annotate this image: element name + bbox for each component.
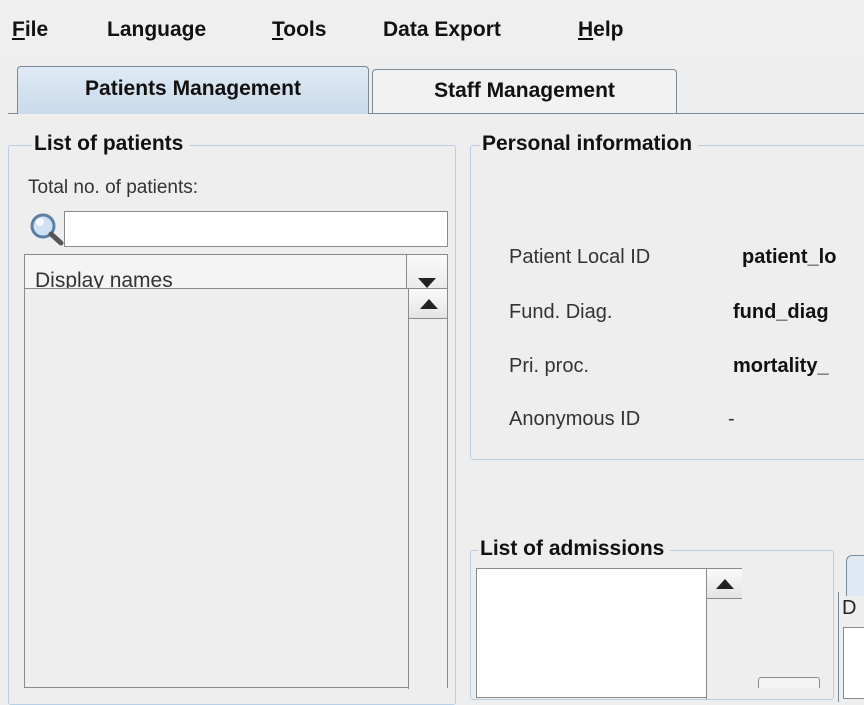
partial-panel-list bbox=[843, 627, 864, 699]
search-icon bbox=[27, 210, 65, 246]
partial-panel-text: D bbox=[842, 597, 857, 619]
fund-diag-label: Fund. Diag. bbox=[509, 301, 613, 323]
patient-search-input[interactable] bbox=[64, 211, 448, 247]
arrow-up-icon bbox=[420, 299, 438, 309]
menu-help-rest: elp bbox=[593, 18, 624, 41]
admissions-scroll-up-button[interactable] bbox=[707, 569, 742, 599]
tab-staff-management[interactable]: Staff Management bbox=[372, 69, 677, 113]
anonymous-id-value: - bbox=[728, 408, 735, 430]
personal-info-title: Personal information bbox=[480, 132, 699, 156]
admissions-group-title: List of admissions bbox=[478, 537, 671, 561]
menu-tools-rest: ools bbox=[283, 18, 327, 41]
menu-help[interactable]: Help bbox=[578, 18, 624, 42]
menu-file-rest: ile bbox=[24, 18, 49, 41]
menu-data-export[interactable]: Data Export bbox=[383, 18, 501, 42]
total-patients-label: Total no. of patients: bbox=[28, 177, 199, 198]
menu-language[interactable]: Language bbox=[107, 18, 206, 42]
menu-tools[interactable]: Tools bbox=[272, 18, 326, 42]
menu-bar: File Language Tools Data Export Help bbox=[0, 0, 864, 58]
patient-local-id-label: Patient Local ID bbox=[509, 246, 651, 268]
patients-list-scrollbar[interactable] bbox=[408, 289, 447, 689]
pri-proc-label: Pri. proc. bbox=[509, 355, 590, 377]
menu-help-mnemonic: H bbox=[578, 18, 594, 41]
arrow-up-icon bbox=[716, 579, 734, 589]
menu-file-mnemonic: F bbox=[12, 18, 25, 41]
partial-tab[interactable] bbox=[846, 555, 864, 596]
patients-group-title: List of patients bbox=[32, 132, 190, 156]
admissions-list[interactable] bbox=[476, 568, 742, 698]
scroll-up-button[interactable] bbox=[409, 289, 447, 319]
patient-local-id-value: patient_lo bbox=[742, 246, 837, 268]
menu-file[interactable]: File bbox=[12, 18, 48, 42]
fund-diag-value: fund_diag bbox=[733, 301, 829, 323]
admissions-list-scrollbar[interactable] bbox=[706, 569, 742, 699]
pri-proc-value: mortality_ bbox=[733, 355, 829, 377]
patients-list[interactable] bbox=[24, 288, 448, 688]
anonymous-id-label: Anonymous ID bbox=[509, 408, 641, 430]
tab-patients-management[interactable]: Patients Management bbox=[17, 66, 369, 114]
menu-tools-mnemonic: T bbox=[272, 18, 284, 41]
partial-button[interactable] bbox=[758, 677, 820, 688]
